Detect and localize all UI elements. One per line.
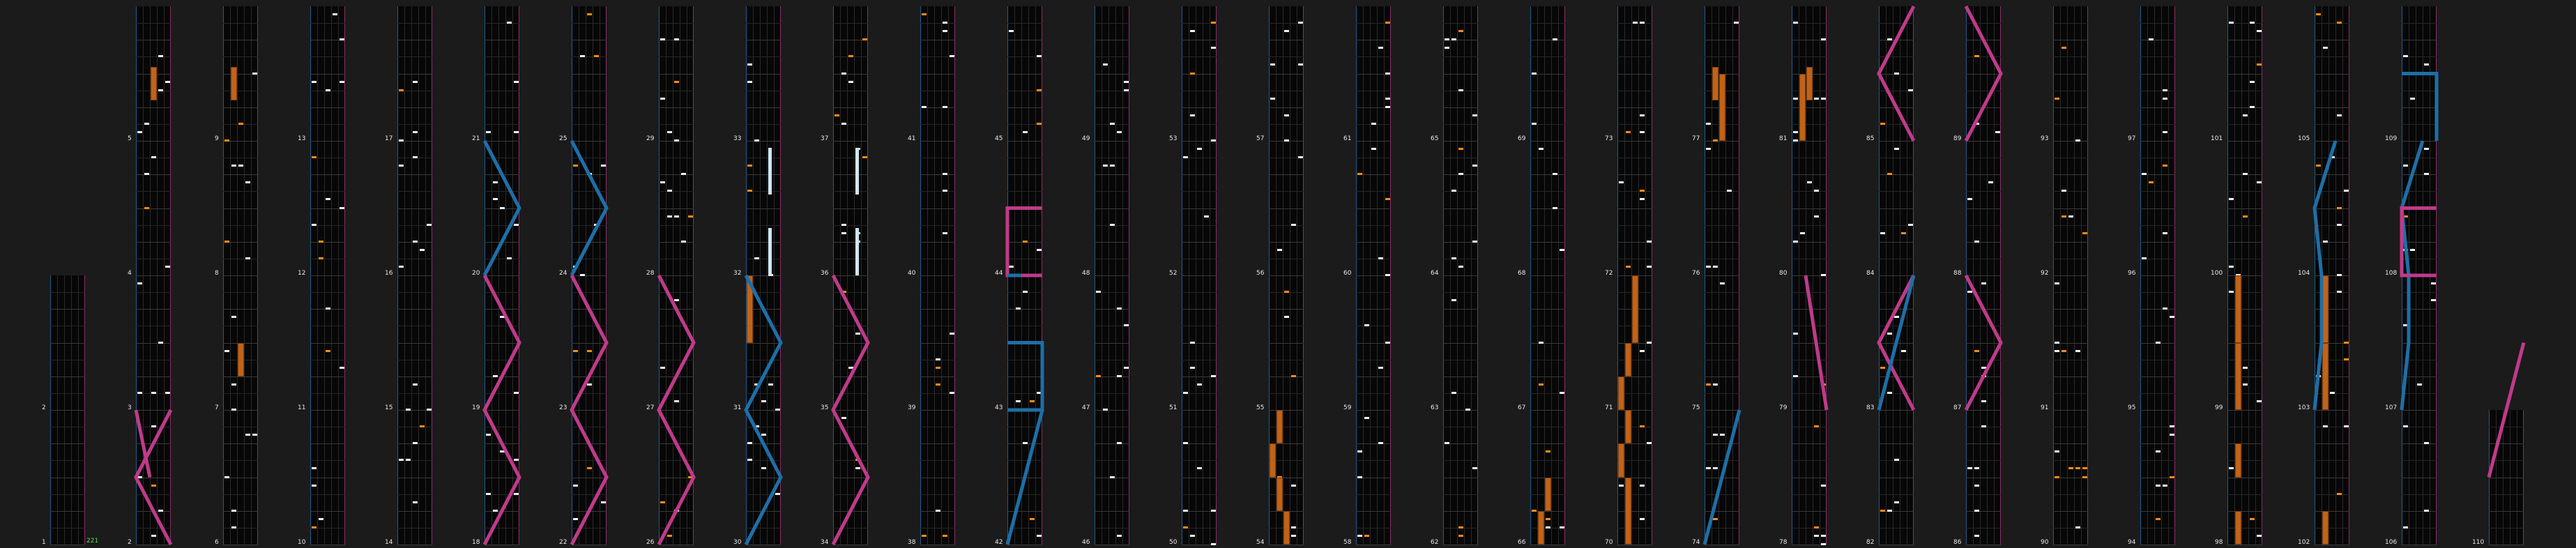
slider-polyline [2487,342,2526,478]
chart-canvas: 1 2 2 3 4 5 6 7 8 9 10 11 12 13 14 15 16 17 18 19 20 21 22 23 24… [0,0,2576,548]
pink-slider-path [2487,342,2526,478]
